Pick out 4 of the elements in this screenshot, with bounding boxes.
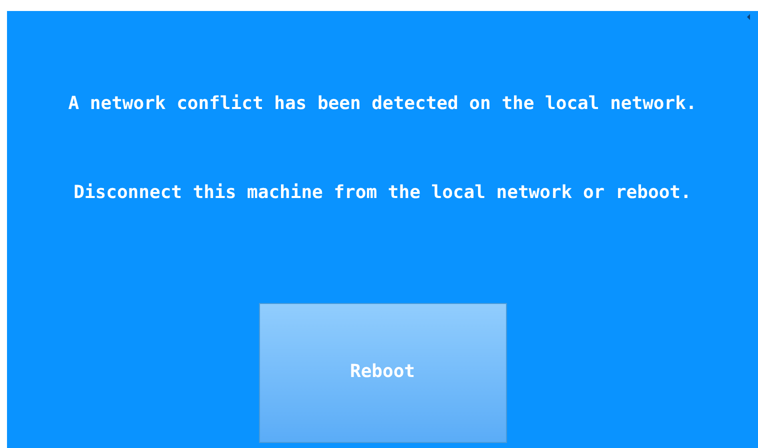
message-text: Disconnect this machine from the local network or reboot. [74,182,692,204]
caret-left-icon [747,14,750,20]
reboot-button[interactable]: Reboot [258,303,506,443]
message-text: A network conflict has been detected on the local network. [68,93,697,115]
